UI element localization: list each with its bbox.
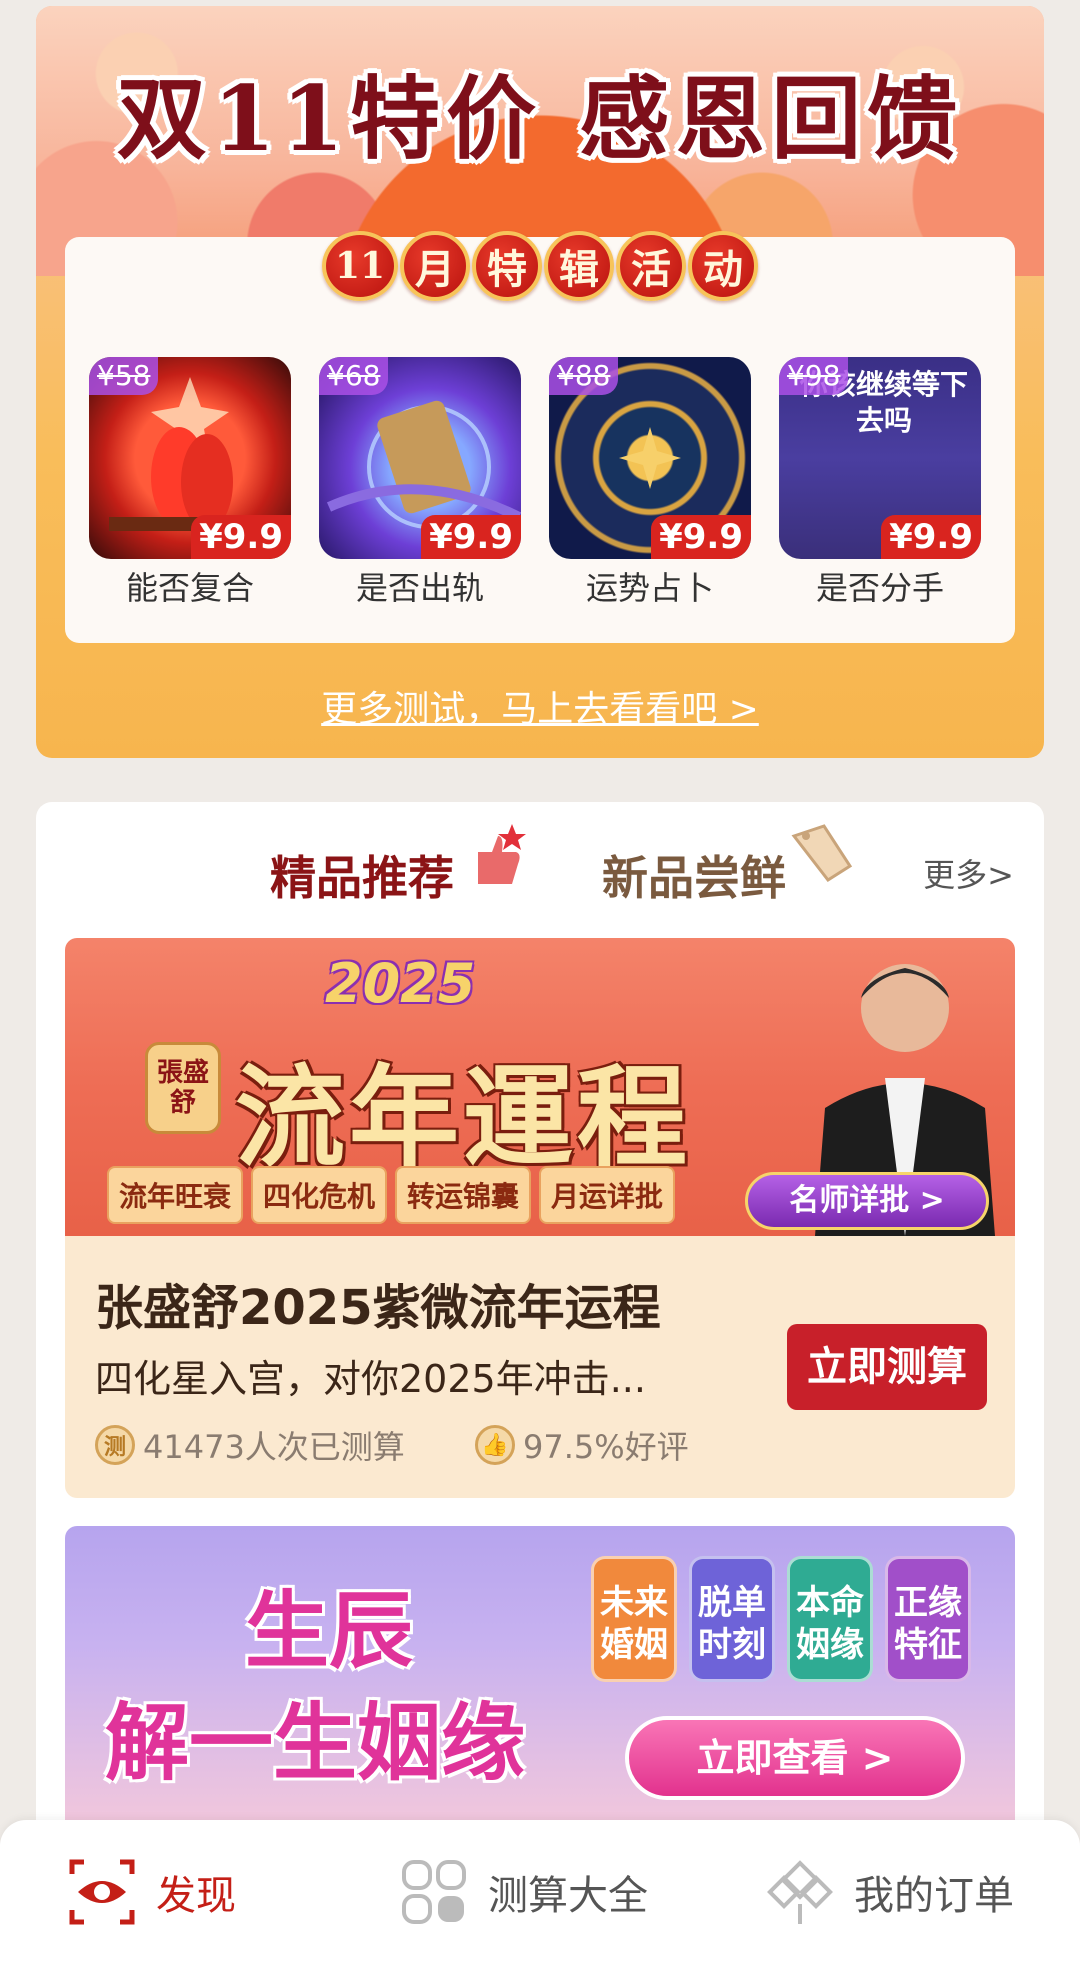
- banner-year: 2025: [325, 952, 476, 1015]
- feature-chip: 四化危机: [251, 1166, 388, 1224]
- usage-count-text: 41473人次已测算: [143, 1428, 405, 1466]
- sale-price: ¥9.9: [191, 515, 291, 559]
- feature-chips: 流年旺衰 四化危机 转运锦囊 月运详批: [107, 1166, 676, 1224]
- sale-price: ¥9.9: [651, 515, 751, 559]
- more-link[interactable]: 更多>: [923, 850, 1014, 896]
- nav-discover[interactable]: 发现: [68, 1820, 236, 1963]
- rating: 👍 97.5%好评: [475, 1422, 689, 1468]
- nav-orders[interactable]: 我的订单: [766, 1820, 1014, 1963]
- original-price: ¥58: [89, 357, 159, 395]
- product-name: 运势占卜: [585, 569, 714, 607]
- product-thumbnail: ¥68 ¥9.9: [319, 357, 521, 559]
- nav-label: 测算大全: [488, 1872, 648, 1919]
- promo-title: 双11特价 感恩回馈: [116, 66, 964, 172]
- topic-tag: 本命姻缘: [787, 1556, 873, 1682]
- product-cheating[interactable]: ¥68 ¥9.9 是否出轨: [319, 357, 521, 609]
- product-thumbnail: ¥88 ¥9.9: [549, 357, 751, 559]
- fortune-banner[interactable]: 2025 張盛舒 流年運程 流年旺衰 四化危机 转运锦囊 月运详批 名师详批 >: [65, 938, 1015, 1236]
- nav-label: 发现: [156, 1872, 236, 1919]
- master-detail-button[interactable]: 名师详批 >: [745, 1172, 989, 1230]
- tab-featured[interactable]: 精品推荐: [270, 842, 454, 908]
- activity-badge: 11: [322, 231, 398, 301]
- sale-price: ¥9.9: [421, 515, 521, 559]
- view-now-button[interactable]: 立即查看 >: [625, 1716, 965, 1800]
- activity-badge: 特: [472, 231, 542, 301]
- product-breakup[interactable]: 你该继续等下去吗 ¥98 ¥9.9 是否分手: [779, 357, 981, 609]
- activity-badge: 辑: [544, 231, 614, 301]
- nav-label: 我的订单: [854, 1872, 1014, 1919]
- original-price: ¥88: [549, 357, 619, 395]
- banner-title-line1: 生辰: [245, 1582, 414, 1680]
- activity-badge: 活: [616, 231, 686, 301]
- activity-badge: 月: [400, 231, 470, 301]
- sale-price: ¥9.9: [881, 515, 981, 559]
- bottom-nav: 发现 测算大全 我的订单: [0, 1820, 1080, 1963]
- product-name: 是否分手: [815, 569, 944, 607]
- usage-count: 测 41473人次已测算: [95, 1422, 405, 1468]
- nav-catalog[interactable]: 测算大全: [400, 1820, 648, 1963]
- topic-tag: 未来婚姻: [591, 1556, 677, 1682]
- thumb-up-icon: [478, 824, 526, 884]
- more-tests-link[interactable]: 更多测试，马上去看看吧 >: [36, 680, 1044, 732]
- feature-chip: 流年旺衰: [107, 1166, 244, 1224]
- eye-icon: [69, 1859, 135, 1924]
- product-info-card[interactable]: 张盛舒2025紫微流年运程 四化星入宫，对你2025年冲击... 测 41473…: [65, 1236, 1015, 1498]
- marriage-banner[interactable]: 生辰 解一生姻缘 未来婚姻 脱单时刻 本命姻缘 正缘特征 立即查看 >: [65, 1526, 1015, 1826]
- activity-badge: 动: [688, 231, 758, 301]
- calculate-icon: 测: [95, 1425, 135, 1465]
- product-thumbnail: ¥58 ¥9.9: [89, 357, 291, 559]
- product-thumbnail: 你该继续等下去吗 ¥98 ¥9.9: [779, 357, 981, 559]
- tab-new[interactable]: 新品尝鲜: [602, 842, 786, 908]
- feature-chip: 转运锦囊: [395, 1166, 532, 1224]
- topic-tag: 正缘特征: [885, 1556, 971, 1682]
- recommend-section: 精品推荐 新品尝鲜 更多> 2025 張盛舒 流年運程 流年旺衰 四化危机 转运…: [36, 802, 1044, 1963]
- thumbs-up-icon: 👍: [475, 1425, 515, 1465]
- product-fortune[interactable]: ¥88 ¥9.9 运势占卜: [549, 357, 751, 609]
- promo-inner-panel: 11 月 特 辑 活 动 ¥58 ¥9.9 能否复合 ¥68 ¥9.9 是否出轨…: [65, 231, 1015, 643]
- calculate-now-button[interactable]: 立即测算: [787, 1324, 987, 1410]
- original-price: ¥68: [319, 357, 389, 395]
- banner-title: 流年運程: [235, 1053, 691, 1182]
- product-name: 是否出轨: [355, 569, 484, 607]
- new-tag-icon: [791, 824, 853, 883]
- author-seal: 張盛舒: [145, 1042, 221, 1134]
- banner-title-line2: 解一生姻缘: [105, 1694, 526, 1792]
- promo-card: 双11特价 感恩回馈 11 月 特 辑 活 动 ¥58 ¥9.9 能否复合 ¥6…: [36, 6, 1044, 758]
- rating-text: 97.5%好评: [523, 1428, 689, 1466]
- knot-icon: [767, 1859, 833, 1924]
- activity-title: 11 月 特 辑 活 动: [65, 231, 1015, 301]
- product-name: 能否复合: [125, 569, 254, 607]
- product-title: 张盛舒2025紫微流年运程: [95, 1280, 661, 1336]
- grid-icon: [402, 1859, 466, 1924]
- topic-tag: 脱单时刻: [689, 1556, 775, 1682]
- feature-chip: 月运详批: [539, 1166, 676, 1224]
- product-description: 四化星入宫，对你2025年冲击...: [95, 1357, 646, 1401]
- original-price: ¥98: [779, 357, 849, 395]
- product-reunite[interactable]: ¥58 ¥9.9 能否复合: [89, 357, 291, 609]
